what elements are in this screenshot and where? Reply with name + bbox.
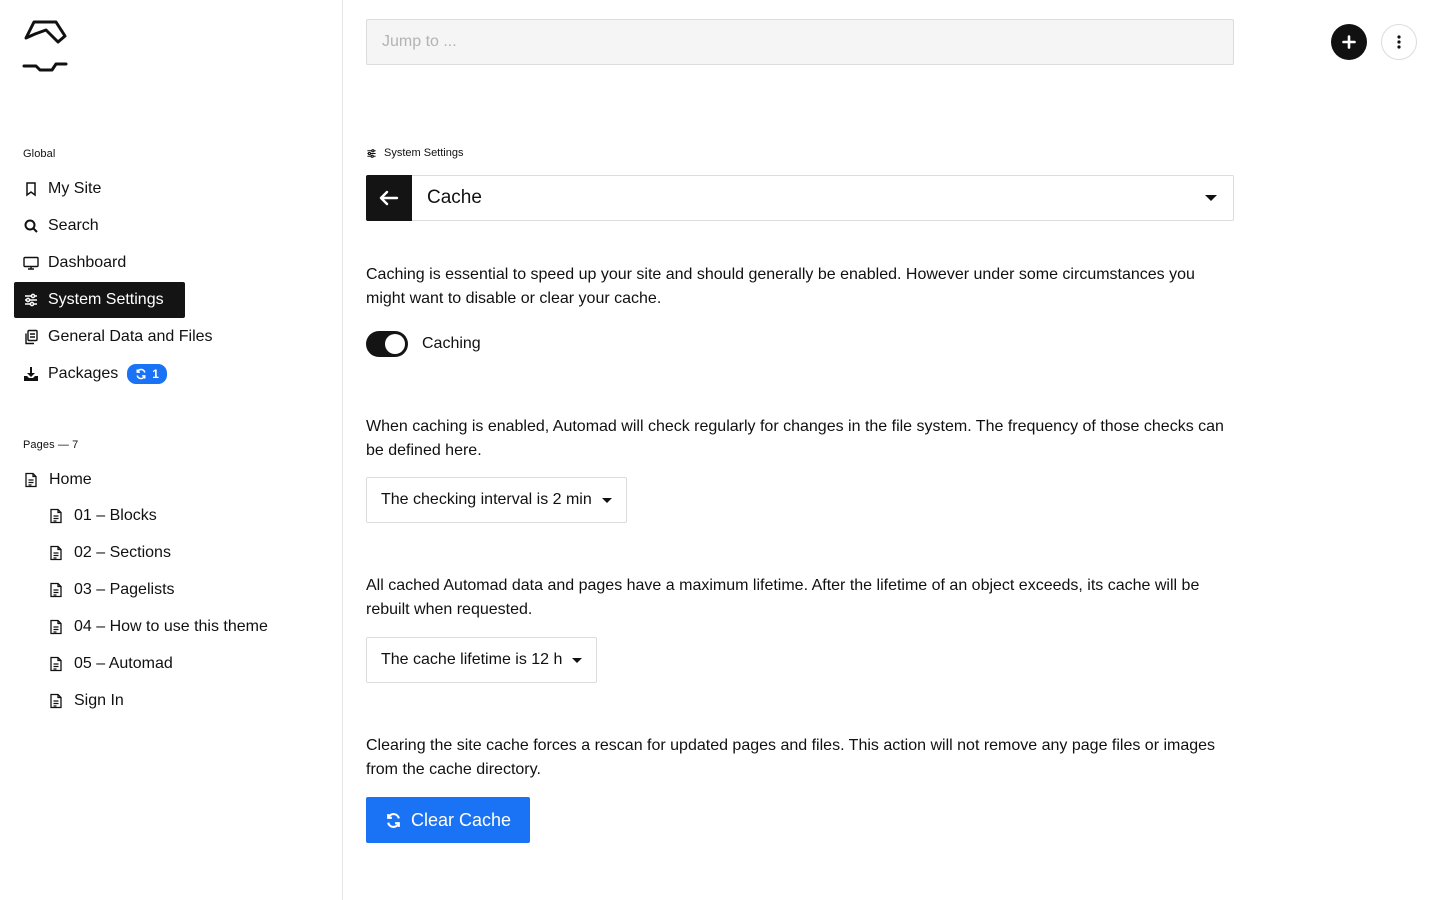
files-icon [23,329,39,345]
badge-count: 1 [152,367,159,381]
cache-intro-text: Caching is essential to speed up your si… [366,266,1195,307]
page-icon [48,619,64,635]
search-icon [23,218,39,234]
clear-cache-description: Clearing the site cache forces a rescan … [366,737,1216,778]
page-item-blocks[interactable]: 01 – Blocks [48,499,157,533]
nav-label: Dashboard [48,254,127,271]
refresh-icon [136,368,146,380]
back-button[interactable] [366,175,412,221]
nav-search[interactable]: Search [14,208,109,244]
page-label: 04 – How to use this theme [74,618,268,635]
checking-interval-select[interactable]: The checking interval is 2 min [366,477,627,523]
lifetime-value: The cache lifetime is 12 h [381,651,563,668]
caret-down-icon [572,657,583,663]
page-label: 01 – Blocks [74,507,157,524]
nav-my-site[interactable]: My Site [14,171,111,207]
caching-toggle[interactable]: Caching [366,331,481,357]
page-icon [48,656,64,672]
plus-icon [1342,35,1356,49]
page-item-how-to[interactable]: 04 – How to use this theme [48,610,268,644]
clear-cache-button[interactable]: Clear Cache [366,797,530,843]
page-label: Sign In [74,692,124,709]
page-item-pagelists[interactable]: 03 – Pagelists [48,573,175,607]
page-item-sign-in[interactable]: Sign In [48,684,124,718]
page-label: 05 – Automad [74,655,173,672]
more-vertical-icon [1397,35,1401,49]
jump-to-input[interactable] [366,19,1234,65]
arrow-left-icon [379,190,399,206]
chevron-down-icon [1205,195,1217,201]
selected-section: Cache [427,187,482,208]
sliders-icon [367,148,376,158]
global-section-label: Global [23,148,56,160]
nav-dashboard[interactable]: Dashboard [14,245,136,281]
caret-down-icon [601,497,612,503]
nav-system-settings[interactable]: System Settings [14,282,185,318]
page-icon [48,693,64,709]
add-page-button[interactable] [1331,24,1367,60]
nav-label: Search [48,217,99,234]
nav-label: My Site [48,180,102,197]
nav-label: System Settings [48,291,164,308]
page-label: 03 – Pagelists [74,581,175,598]
nav-label: Packages [48,365,119,382]
download-icon [23,366,39,382]
breadcrumb: System Settings [366,147,463,159]
refresh-icon [387,812,400,828]
page-icon [23,472,39,488]
page-item-automad[interactable]: 05 – Automad [48,647,173,681]
interval-value: The checking interval is 2 min [381,491,592,508]
lifetime-description: All cached Automad data and pages have a… [366,577,1200,618]
page-label: Home [49,471,92,488]
pages-section-label: Pages — 7 [23,439,79,451]
nav-general-data[interactable]: General Data and Files [14,319,223,355]
caching-toggle-label: Caching [422,335,481,352]
page-item-sections[interactable]: 02 – Sections [48,536,171,570]
nav-label: General Data and Files [48,328,213,345]
sidebar: Global My Site Search Dashboard System S… [0,0,343,900]
nav-packages[interactable]: Packages 1 [14,356,177,392]
page-label: 02 – Sections [74,544,171,561]
page-icon [48,582,64,598]
updates-badge[interactable]: 1 [127,364,167,384]
toggle-switch[interactable] [366,331,408,357]
more-menu-button[interactable] [1381,24,1417,60]
clear-cache-label: Clear Cache [410,809,512,830]
monitor-icon [23,255,39,271]
sliders-icon [23,292,39,308]
interval-description: When caching is enabled, Automad will ch… [366,418,1224,459]
page-item-home[interactable]: Home [23,463,92,497]
bookmark-icon [23,181,39,197]
page-icon [48,545,64,561]
breadcrumb-label: System Settings [384,147,464,159]
cache-lifetime-select[interactable]: The cache lifetime is 12 h [366,637,598,683]
automad-logo[interactable] [22,18,70,74]
settings-section-select[interactable]: Cache [366,175,1234,221]
page-icon [48,508,64,524]
